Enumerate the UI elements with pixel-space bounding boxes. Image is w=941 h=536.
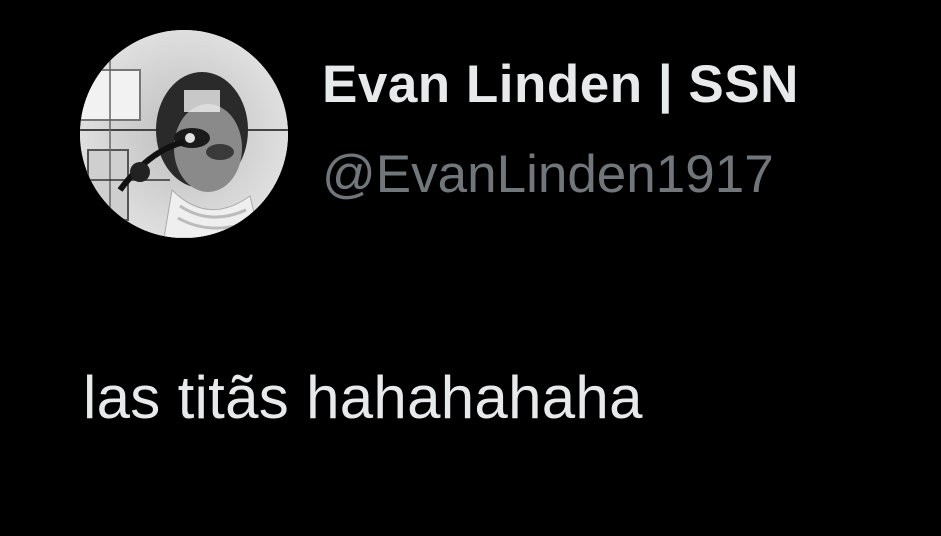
author-handle[interactable]: @EvanLinden1917 [322,148,774,201]
author-display-name[interactable]: Evan Linden | SSN [322,58,799,111]
tweet-card: Evan Linden | SSN @EvanLinden1917 las ti… [0,0,941,536]
author-avatar[interactable] [80,30,288,238]
tweet-text: las titãs hahahahaha [83,364,643,431]
profile-photo-icon [80,30,288,238]
